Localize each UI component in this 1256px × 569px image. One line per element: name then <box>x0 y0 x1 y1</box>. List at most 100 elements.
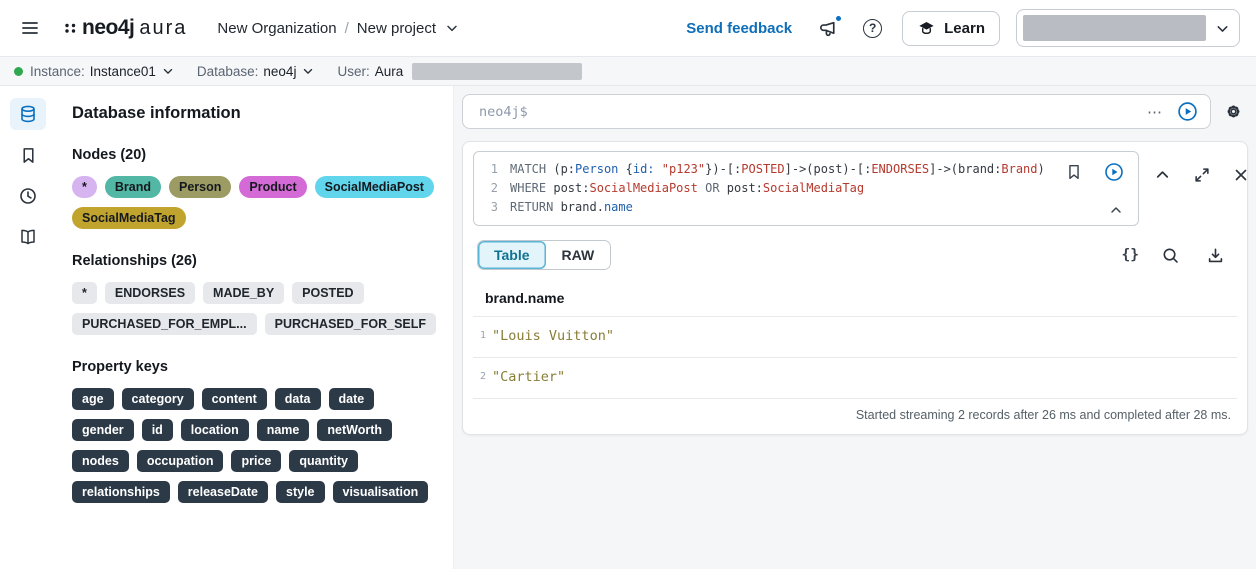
sidebar-item-history[interactable] <box>10 180 46 212</box>
user-value: Aura <box>374 63 404 79</box>
query-main-area: ⋯ 1MATCH (p:Person {id: "p123"})-[:POSTE… <box>454 86 1256 569</box>
query-bar-row: ⋯ <box>462 94 1248 129</box>
property-key-badge[interactable]: price <box>231 450 282 472</box>
cypher-code: 1 MATCH (p:Person {id: "p123"})-[:POSTED]… <box>484 160 1130 217</box>
top-bar: neo4j aura New Organization / New projec… <box>0 0 1256 57</box>
result-rows: 1 "Louis Vuitton" 2 "Cartier" <box>473 316 1237 399</box>
property-key-badge[interactable]: category <box>121 388 194 410</box>
node-label-badges: * Brand Person Product SocialMediaPost Social… <box>72 176 437 229</box>
property-key-badge[interactable]: occupation <box>136 450 224 472</box>
sidebar-item-saved-cypher[interactable] <box>10 139 46 171</box>
property-key-badge[interactable]: name <box>256 419 310 441</box>
nodes-section-title: Nodes (20) <box>72 147 147 163</box>
database-label: Database: <box>196 63 259 79</box>
property-key-badge[interactable]: nodes <box>72 450 129 472</box>
relationship-type-badge[interactable]: * <box>72 282 97 304</box>
breadcrumb-separator: / <box>344 19 349 37</box>
relationship-type-badge[interactable]: PURCHASED_FOR_SELF <box>264 313 437 335</box>
parameters-braces-icon[interactable]: {} <box>1122 247 1139 263</box>
neo4j-aura-logo[interactable]: neo4j aura <box>64 16 187 40</box>
property-key-badge[interactable]: visualisation <box>332 481 429 503</box>
property-key-badge[interactable]: gender <box>72 419 134 441</box>
query-more-options-icon[interactable]: ⋯ <box>1137 103 1173 121</box>
property-key-badge[interactable]: quantity <box>289 450 358 472</box>
property-key-badge[interactable]: id <box>141 419 173 441</box>
relationship-type-badge[interactable]: POSTED <box>292 282 364 304</box>
result-toolbar-icons: {} <box>1122 242 1233 269</box>
table-row: 1 "Louis Vuitton" <box>473 317 1237 358</box>
learn-button[interactable]: Learn <box>902 10 1000 46</box>
node-label-badge[interactable]: Product <box>239 176 307 198</box>
property-key-badge[interactable]: location <box>180 419 249 441</box>
row-number: 2 <box>480 371 487 382</box>
bookmark-icon <box>22 147 34 163</box>
search-results-icon[interactable] <box>1157 242 1184 269</box>
property-key-badge[interactable]: content <box>201 388 267 410</box>
clock-icon <box>20 188 36 204</box>
query-result-card: 1 MATCH (p:Person {id: "p123"})-[:POSTED]… <box>462 141 1248 435</box>
property-key-badge[interactable]: netWorth <box>317 419 392 441</box>
property-key-badge[interactable]: releaseDate <box>177 481 268 503</box>
chevron-down-icon <box>304 68 313 74</box>
line-number: 1 <box>490 162 498 176</box>
node-label-badge[interactable]: Brand <box>104 176 161 198</box>
table-row: 2 "Cartier" <box>473 358 1237 399</box>
card-actions <box>1149 151 1247 188</box>
announcements-icon[interactable] <box>814 14 843 43</box>
node-label-badge[interactable]: SocialMediaTag <box>72 207 186 229</box>
node-label-badge[interactable]: Person <box>169 176 232 198</box>
code-line: 3 RETURN brand.name <box>484 198 1130 217</box>
collapse-card-icon[interactable] <box>1149 161 1176 188</box>
logo-dots-icon <box>65 23 76 33</box>
download-results-icon[interactable] <box>1202 242 1229 269</box>
relationship-type-badge[interactable]: MADE_BY <box>203 282 285 304</box>
help-button[interactable]: ? <box>859 15 886 42</box>
sidebar-item-database-information[interactable] <box>10 98 46 130</box>
graduation-cap-icon <box>919 21 934 34</box>
relationship-type-badge[interactable]: PURCHASED_FOR_EMPL... <box>72 313 257 335</box>
content-area: Database information Nodes (20) * Brand Pe… <box>0 86 1256 569</box>
node-label-badge[interactable]: * <box>72 176 97 198</box>
user-detail-redacted <box>412 62 583 80</box>
breadcrumb-organization[interactable]: New Organization <box>217 20 336 37</box>
chevron-down-icon <box>1217 25 1228 32</box>
property-key-badge[interactable]: date <box>328 388 375 410</box>
close-card-icon[interactable] <box>1228 162 1254 188</box>
query-bar[interactable]: ⋯ <box>462 94 1211 129</box>
send-feedback-link[interactable]: Send feedback <box>680 19 798 38</box>
logo-neo4j: neo4j <box>82 16 135 39</box>
instance-selector[interactable]: Instance: Instance01 <box>30 64 175 79</box>
user-account-menu[interactable] <box>1016 9 1240 47</box>
instance-value: Instance01 <box>89 63 156 79</box>
row-value: "Louis Vuitton" <box>492 328 614 344</box>
property-key-badge[interactable]: style <box>276 481 325 503</box>
menu-icon[interactable] <box>16 14 44 42</box>
chevron-down-icon <box>163 68 173 74</box>
query-input[interactable] <box>477 102 1137 121</box>
node-label-badge[interactable]: SocialMediaPost <box>314 176 434 198</box>
relationships-section-title: Relationships (26) <box>72 253 197 269</box>
logo-aura: aura <box>139 16 188 39</box>
tab-table[interactable]: Table <box>478 241 546 269</box>
instance-status-dot <box>14 66 23 76</box>
property-key-badge[interactable]: age <box>72 388 114 410</box>
property-key-badge[interactable]: data <box>274 388 321 410</box>
line-number: 3 <box>490 200 498 214</box>
collapse-editor-icon[interactable] <box>1104 198 1128 222</box>
settings-gear-icon[interactable] <box>1219 97 1248 126</box>
database-selector[interactable]: Database: neo4j <box>197 64 316 79</box>
instance-bar: Instance: Instance01 Database: neo4j Use… <box>0 57 1256 86</box>
rerun-query-icon[interactable] <box>1100 158 1128 186</box>
relationship-type-badge[interactable]: ENDORSES <box>104 282 196 304</box>
run-query-icon[interactable] <box>1173 97 1202 126</box>
chevron-down-icon[interactable] <box>444 20 460 36</box>
property-key-badge[interactable]: relationships <box>72 481 170 503</box>
notification-dot <box>835 14 843 22</box>
panel-title: Database information <box>72 104 241 122</box>
tab-raw[interactable]: RAW <box>545 241 611 269</box>
cypher-editor[interactable]: 1 MATCH (p:Person {id: "p123"})-[:POSTED]… <box>473 151 1139 226</box>
breadcrumb-project[interactable]: New project <box>357 20 436 37</box>
sidebar-item-documentation[interactable] <box>10 221 46 253</box>
bookmark-query-icon[interactable] <box>1061 159 1087 185</box>
expand-fullscreen-icon[interactable] <box>1189 162 1215 188</box>
